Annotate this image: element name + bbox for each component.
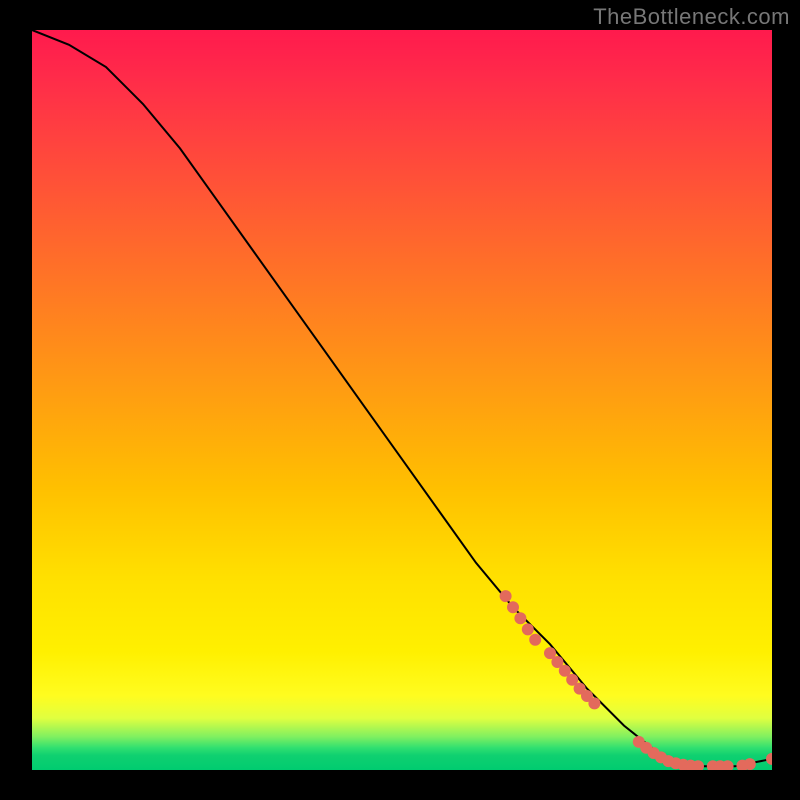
data-marker (648, 747, 660, 759)
data-marker (744, 758, 756, 770)
data-marker (507, 601, 519, 613)
data-marker (640, 742, 652, 754)
chart-container: TheBottleneck.com (0, 0, 800, 800)
data-marker (655, 751, 667, 763)
data-marker (766, 753, 772, 765)
marker-group (500, 590, 772, 770)
chart-svg (32, 30, 772, 770)
watermark-text: TheBottleneck.com (593, 4, 790, 30)
data-marker (574, 683, 586, 695)
data-marker (588, 697, 600, 709)
data-marker (722, 760, 734, 770)
data-marker (581, 690, 593, 702)
data-marker (662, 755, 674, 767)
data-marker (522, 623, 534, 635)
data-marker (529, 634, 541, 646)
data-marker (670, 757, 682, 769)
data-marker (544, 647, 556, 659)
data-marker (736, 760, 748, 770)
data-marker (685, 760, 697, 770)
data-marker (514, 612, 526, 624)
plot-area (32, 30, 772, 770)
data-marker (677, 759, 689, 770)
data-marker (633, 736, 645, 748)
data-marker (714, 760, 726, 770)
data-marker (551, 656, 563, 668)
data-marker (692, 760, 704, 770)
data-marker (559, 665, 571, 677)
data-marker (707, 760, 719, 770)
data-marker (566, 674, 578, 686)
data-marker (500, 590, 512, 602)
curve-line (32, 30, 772, 766)
